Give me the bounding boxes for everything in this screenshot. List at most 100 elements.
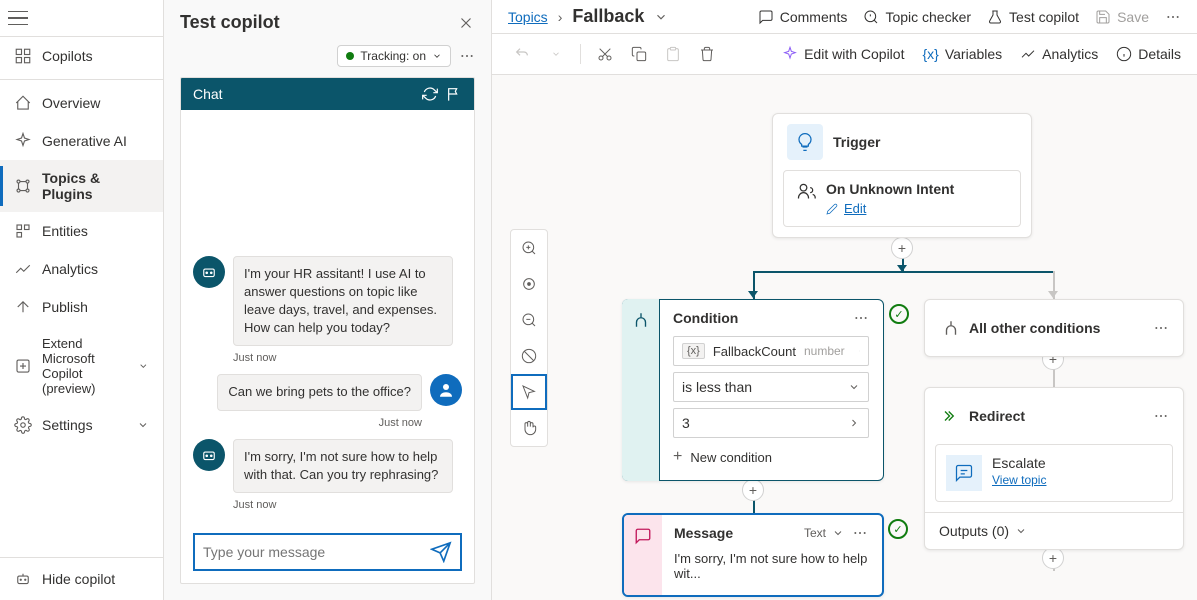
hide-copilot-button[interactable]: Hide copilot bbox=[0, 557, 163, 600]
zoom-in-button[interactable] bbox=[511, 230, 547, 266]
zoom-out-button[interactable] bbox=[511, 302, 547, 338]
nav-generative-ai[interactable]: Generative AI bbox=[0, 122, 163, 160]
lightbulb-icon bbox=[787, 124, 823, 160]
hamburger-menu[interactable] bbox=[8, 8, 28, 28]
grid-icon bbox=[14, 47, 32, 65]
nav-extend[interactable]: Extend MicrosoftCopilot (preview) bbox=[0, 326, 163, 406]
redirect-node[interactable]: Redirect Escalate View topic Outputs (0) bbox=[924, 387, 1184, 550]
button-label: Topic checker bbox=[885, 9, 971, 25]
pan-tool-button[interactable] bbox=[511, 410, 547, 446]
topic-checker-button[interactable]: Topic checker bbox=[863, 9, 971, 25]
analytics-button[interactable]: Analytics bbox=[1020, 46, 1098, 62]
pencil-icon bbox=[826, 203, 838, 215]
extend-icon bbox=[14, 357, 32, 375]
toolbar: Edit with Copilot {x} Variables Analytic… bbox=[492, 34, 1197, 75]
more-icon[interactable] bbox=[459, 48, 475, 64]
condition-node[interactable]: ✓ Condition {x} FallbackCount number is … bbox=[622, 299, 884, 481]
variable-name: FallbackCount bbox=[713, 344, 796, 359]
button-label: Save bbox=[1117, 9, 1149, 25]
escalate-title: Escalate bbox=[992, 455, 1046, 471]
all-other-conditions-node[interactable]: All other conditions bbox=[924, 299, 1184, 357]
copy-button[interactable] bbox=[625, 40, 653, 68]
add-node-button[interactable]: + bbox=[1042, 547, 1064, 569]
breadcrumb: Topics › Fallback bbox=[508, 6, 668, 27]
variable-icon: {x} bbox=[922, 46, 938, 62]
paste-button[interactable] bbox=[659, 40, 687, 68]
more-icon[interactable] bbox=[852, 525, 868, 541]
nav-settings[interactable]: Settings bbox=[0, 406, 163, 444]
save-icon bbox=[1095, 9, 1111, 25]
nav-analytics[interactable]: Analytics bbox=[0, 250, 163, 288]
chevron-down-icon[interactable] bbox=[654, 10, 668, 24]
more-icon[interactable] bbox=[853, 310, 869, 326]
comment-icon bbox=[758, 9, 774, 25]
nav-copilots[interactable]: Copilots bbox=[0, 37, 163, 75]
view-topic-link[interactable]: View topic bbox=[992, 473, 1046, 487]
cut-button[interactable] bbox=[591, 40, 619, 68]
chevron-right-icon bbox=[859, 345, 860, 357]
chat-input-container bbox=[193, 533, 462, 571]
sparkle-icon bbox=[14, 132, 32, 150]
more-icon[interactable] bbox=[1153, 320, 1169, 336]
branch-icon bbox=[622, 299, 660, 481]
flag-icon[interactable] bbox=[446, 86, 462, 102]
send-icon[interactable] bbox=[430, 541, 452, 563]
chat-input[interactable] bbox=[203, 544, 430, 560]
redirect-icon bbox=[933, 396, 969, 436]
more-icon[interactable] bbox=[1165, 9, 1181, 25]
user-message: Can we bring pets to the office? bbox=[217, 374, 422, 410]
button-label: Edit with Copilot bbox=[804, 46, 904, 62]
message-node[interactable]: ✓ Message Text I'm sorry, I'm not sure h… bbox=[622, 513, 884, 597]
nav-publish[interactable]: Publish bbox=[0, 288, 163, 326]
entities-icon bbox=[14, 222, 32, 240]
edit-with-copilot-button[interactable]: Edit with Copilot bbox=[782, 46, 904, 62]
delete-button[interactable] bbox=[693, 40, 721, 68]
new-condition-button[interactable]: + New condition bbox=[673, 448, 869, 466]
nav-label: Copilots bbox=[42, 48, 93, 64]
comments-button[interactable]: Comments bbox=[758, 9, 848, 25]
analytics-icon bbox=[14, 260, 32, 278]
chevron-down-icon[interactable] bbox=[832, 527, 844, 539]
chevron-down-icon bbox=[848, 381, 860, 393]
select-tool-button[interactable] bbox=[511, 374, 547, 410]
unknown-intent-icon bbox=[796, 181, 816, 201]
edit-link[interactable]: Edit bbox=[844, 201, 866, 216]
breadcrumb-topics[interactable]: Topics bbox=[508, 9, 548, 25]
tracking-toggle[interactable]: Tracking: on bbox=[337, 45, 451, 67]
zoom-controls bbox=[510, 229, 548, 447]
zoom-reset-button[interactable] bbox=[511, 338, 547, 374]
escalate-box: Escalate View topic bbox=[935, 444, 1173, 502]
nav-overview[interactable]: Overview bbox=[0, 84, 163, 122]
test-copilot-button[interactable]: Test copilot bbox=[987, 9, 1079, 25]
zoom-fit-button[interactable] bbox=[511, 266, 547, 302]
operator-selector[interactable]: is less than bbox=[673, 372, 869, 402]
bot-message: I'm sorry, I'm not sure how to help with… bbox=[233, 439, 453, 493]
message-body[interactable]: I'm sorry, I'm not sure how to help wit.… bbox=[624, 551, 882, 595]
details-button[interactable]: Details bbox=[1116, 46, 1181, 62]
topbar: Topics › Fallback Comments Topic checker… bbox=[492, 0, 1197, 34]
variable-selector[interactable]: {x} FallbackCount number bbox=[673, 336, 869, 366]
message-icon bbox=[624, 515, 662, 595]
outputs-toggle[interactable]: Outputs (0) bbox=[925, 512, 1183, 549]
chevron-down-icon bbox=[432, 51, 442, 61]
undo-button[interactable] bbox=[508, 40, 536, 68]
nav-entities[interactable]: Entities bbox=[0, 212, 163, 250]
close-icon[interactable] bbox=[457, 14, 475, 32]
value-input[interactable]: 3 bbox=[673, 408, 869, 438]
canvas[interactable]: + + + + Trigger On Unknown In bbox=[492, 75, 1197, 600]
save-button[interactable]: Save bbox=[1095, 9, 1149, 25]
chevron-right-icon bbox=[848, 417, 860, 429]
nav-topics-plugins[interactable]: Topics & Plugins bbox=[0, 160, 163, 212]
chevron-down-icon bbox=[138, 360, 149, 372]
node-title: Redirect bbox=[969, 408, 1153, 424]
redo-dropdown[interactable] bbox=[542, 40, 570, 68]
add-node-button[interactable]: + bbox=[742, 479, 764, 501]
info-icon bbox=[1116, 46, 1132, 62]
trigger-node[interactable]: Trigger On Unknown Intent Edit bbox=[772, 113, 1032, 238]
test-panel-title: Test copilot bbox=[180, 12, 457, 33]
refresh-icon[interactable] bbox=[422, 86, 438, 102]
variables-button[interactable]: {x} Variables bbox=[922, 46, 1002, 62]
nav-label: Entities bbox=[42, 223, 88, 239]
add-node-button[interactable]: + bbox=[891, 237, 913, 259]
more-icon[interactable] bbox=[1153, 408, 1169, 424]
